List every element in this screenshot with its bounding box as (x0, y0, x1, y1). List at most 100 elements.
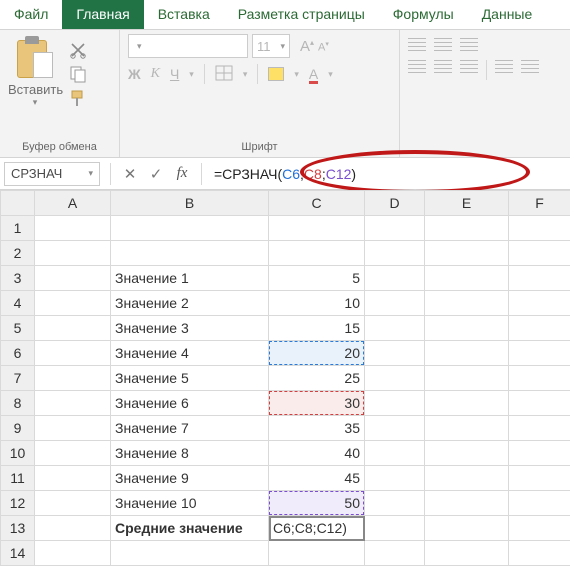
cell-C9[interactable]: 35 (269, 416, 365, 441)
align-center-icon[interactable] (434, 60, 452, 74)
cell-A14[interactable] (35, 541, 111, 566)
cell-A10[interactable] (35, 441, 111, 466)
cell-E8[interactable] (425, 391, 509, 416)
cell-A11[interactable] (35, 466, 111, 491)
cell-F8[interactable] (509, 391, 570, 416)
cell-E4[interactable] (425, 291, 509, 316)
cell-C14[interactable] (269, 541, 365, 566)
cell-F11[interactable] (509, 466, 570, 491)
cell-C6[interactable]: 20 (269, 341, 365, 366)
underline-button[interactable]: Ч (170, 66, 179, 82)
cell-E14[interactable] (425, 541, 509, 566)
cell-F4[interactable] (509, 291, 570, 316)
borders-icon[interactable] (215, 65, 233, 84)
tab-data[interactable]: Данные (468, 0, 547, 29)
cell-D9[interactable] (365, 416, 425, 441)
cell-D13[interactable] (365, 516, 425, 541)
copy-icon[interactable] (68, 64, 88, 82)
cell-E9[interactable] (425, 416, 509, 441)
row-header[interactable]: 6 (1, 341, 35, 366)
cell-B11[interactable]: Значение 9 (111, 466, 269, 491)
cell-C7[interactable]: 25 (269, 366, 365, 391)
align-top-icon[interactable] (408, 38, 426, 52)
cell-B10[interactable]: Значение 8 (111, 441, 269, 466)
bold-button[interactable]: Ж (128, 66, 141, 82)
chevron-down-icon[interactable]: ▾ (8, 97, 62, 108)
accept-formula-button[interactable]: ✓ (143, 165, 169, 183)
cell-A4[interactable] (35, 291, 111, 316)
column-header-E[interactable]: E (425, 191, 509, 216)
row-header[interactable]: 13 (1, 516, 35, 541)
cell-A12[interactable] (35, 491, 111, 516)
chevron-down-icon[interactable]: ▾ (88, 168, 93, 179)
cell-D6[interactable] (365, 341, 425, 366)
cell-E10[interactable] (425, 441, 509, 466)
cell-E1[interactable] (425, 216, 509, 241)
cell-F7[interactable] (509, 366, 570, 391)
cell-F10[interactable] (509, 441, 570, 466)
cell-D2[interactable] (365, 241, 425, 266)
cell-D11[interactable] (365, 466, 425, 491)
row-header[interactable]: 7 (1, 366, 35, 391)
align-right-icon[interactable] (460, 60, 478, 74)
row-header[interactable]: 14 (1, 541, 35, 566)
fx-button[interactable]: fx (169, 165, 195, 182)
row-header[interactable]: 1 (1, 216, 35, 241)
cell-D3[interactable] (365, 266, 425, 291)
cell-E7[interactable] (425, 366, 509, 391)
column-header-D[interactable]: D (365, 191, 425, 216)
cell-C8[interactable]: 30 (269, 391, 365, 416)
name-box[interactable]: СРЗНАЧ ▾ (4, 162, 100, 186)
font-color-icon[interactable]: A (309, 66, 318, 82)
increase-indent-icon[interactable] (521, 60, 539, 74)
tab-page-layout[interactable]: Разметка страницы (224, 0, 379, 29)
chevron-down-icon[interactable]: ▾ (189, 69, 194, 80)
cell-B3[interactable]: Значение 1 (111, 266, 269, 291)
cell-A7[interactable] (35, 366, 111, 391)
cell-C11[interactable]: 45 (269, 466, 365, 491)
row-header[interactable]: 9 (1, 416, 35, 441)
cell-C10[interactable]: 40 (269, 441, 365, 466)
cell-D14[interactable] (365, 541, 425, 566)
font-size-combo[interactable]: 11▾ (252, 34, 290, 58)
fill-color-icon[interactable] (268, 67, 284, 81)
cell-C3[interactable]: 5 (269, 266, 365, 291)
row-header[interactable]: 12 (1, 491, 35, 516)
cell-B2[interactable] (111, 241, 269, 266)
cell-E2[interactable] (425, 241, 509, 266)
cell-C13[interactable]: C6;C8;C12) (269, 516, 365, 541)
row-header[interactable]: 4 (1, 291, 35, 316)
cell-C1[interactable] (269, 216, 365, 241)
cell-B1[interactable] (111, 216, 269, 241)
cell-D12[interactable] (365, 491, 425, 516)
align-left-icon[interactable] (408, 60, 426, 74)
cell-F5[interactable] (509, 316, 570, 341)
cell-D4[interactable] (365, 291, 425, 316)
cell-A5[interactable] (35, 316, 111, 341)
cell-C12[interactable]: 50 (269, 491, 365, 516)
cell-F14[interactable] (509, 541, 570, 566)
cell-D7[interactable] (365, 366, 425, 391)
select-all-corner[interactable] (1, 191, 35, 216)
cell-B6[interactable]: Значение 4 (111, 341, 269, 366)
paste-button[interactable]: Вставить ▾ (8, 34, 62, 108)
cell-A8[interactable] (35, 391, 111, 416)
cell-A3[interactable] (35, 266, 111, 291)
cell-B7[interactable]: Значение 5 (111, 366, 269, 391)
cell-E5[interactable] (425, 316, 509, 341)
spreadsheet-grid[interactable]: A B C D E F 123Значение 154Значение 2105… (0, 190, 570, 566)
cell-E13[interactable] (425, 516, 509, 541)
cell-A2[interactable] (35, 241, 111, 266)
cell-E3[interactable] (425, 266, 509, 291)
column-header-B[interactable]: B (111, 191, 269, 216)
cell-C5[interactable]: 15 (269, 316, 365, 341)
italic-button[interactable]: К (151, 66, 160, 82)
cell-B8[interactable]: Значение 6 (111, 391, 269, 416)
cell-F6[interactable] (509, 341, 570, 366)
cell-F3[interactable] (509, 266, 570, 291)
cell-F13[interactable] (509, 516, 570, 541)
format-painter-icon[interactable] (68, 88, 88, 106)
decrease-font-icon[interactable]: A▾ (318, 40, 329, 54)
font-name-combo[interactable]: ▾ (128, 34, 248, 58)
chevron-down-icon[interactable]: ▾ (328, 69, 333, 80)
